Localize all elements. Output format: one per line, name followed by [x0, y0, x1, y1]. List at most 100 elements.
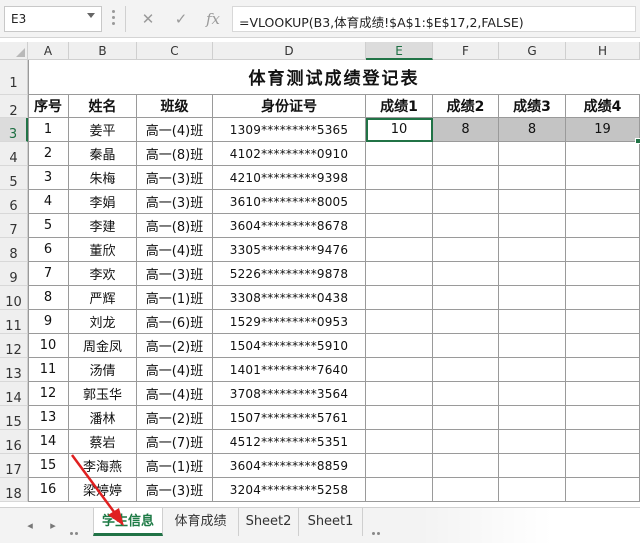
cell-g14[interactable] — [499, 382, 566, 406]
cell-d11[interactable]: 1529*********0953 — [213, 310, 366, 334]
cell-g17[interactable] — [499, 454, 566, 478]
cell-h10[interactable] — [566, 286, 640, 310]
cell-c17[interactable]: 高一(1)班 — [137, 454, 213, 478]
tab-sheet1[interactable]: Sheet1 — [299, 508, 363, 536]
cell-a6[interactable]: 4 — [28, 190, 69, 214]
cell-e15[interactable] — [366, 406, 433, 430]
tab-student-info[interactable]: 学生信息 — [93, 508, 163, 536]
cell-c18[interactable]: 高一(3)班 — [137, 478, 213, 502]
cell-d3[interactable]: 1309*********5365 — [213, 118, 366, 142]
cell-a18[interactable]: 16 — [28, 478, 69, 502]
cell-e18[interactable] — [366, 478, 433, 502]
cell-b14[interactable]: 郭玉华 — [69, 382, 137, 406]
cell-f16[interactable] — [433, 430, 499, 454]
cell-c3[interactable]: 高一(4)班 — [137, 118, 213, 142]
cell-c9[interactable]: 高一(3)班 — [137, 262, 213, 286]
cell-c14[interactable]: 高一(4)班 — [137, 382, 213, 406]
column-header-d[interactable]: D — [213, 42, 366, 60]
tab-sheet2[interactable]: Sheet2 — [239, 508, 299, 536]
cell-a16[interactable]: 14 — [28, 430, 69, 454]
cell-a13[interactable]: 11 — [28, 358, 69, 382]
row-header[interactable]: 13 — [0, 358, 28, 382]
column-header-f[interactable]: F — [433, 42, 499, 60]
cell-h7[interactable] — [566, 214, 640, 238]
cell-e11[interactable] — [366, 310, 433, 334]
cell-f14[interactable] — [433, 382, 499, 406]
cell-g12[interactable] — [499, 334, 566, 358]
cell-f12[interactable] — [433, 334, 499, 358]
cell-h4[interactable] — [566, 142, 640, 166]
cell-d17[interactable]: 3604*********8859 — [213, 454, 366, 478]
cell-b18[interactable]: 梁婷婷 — [69, 478, 137, 502]
cell-a4[interactable]: 2 — [28, 142, 69, 166]
cell-g6[interactable] — [499, 190, 566, 214]
cell-b9[interactable]: 李欢 — [69, 262, 137, 286]
cell-f10[interactable] — [433, 286, 499, 310]
tab-menu-icon[interactable] — [372, 520, 386, 535]
cell-d9[interactable]: 5226*********9878 — [213, 262, 366, 286]
cell-f8[interactable] — [433, 238, 499, 262]
drag-handle-icon[interactable] — [112, 10, 116, 28]
cell-h5[interactable] — [566, 166, 640, 190]
cancel-icon[interactable]: ✕ — [137, 8, 159, 30]
cell-d18[interactable]: 3204*********5258 — [213, 478, 366, 502]
row-header[interactable]: 17 — [0, 454, 28, 478]
cell-h6[interactable] — [566, 190, 640, 214]
cell-f13[interactable] — [433, 358, 499, 382]
tab-pe-scores[interactable]: 体育成绩 — [163, 508, 239, 536]
cell-d16[interactable]: 4512*********5351 — [213, 430, 366, 454]
cell-e10[interactable] — [366, 286, 433, 310]
cell-a15[interactable]: 13 — [28, 406, 69, 430]
row-header[interactable]: 7 — [0, 214, 28, 238]
select-all-button[interactable] — [0, 42, 28, 60]
chevron-down-icon[interactable] — [87, 13, 95, 18]
cell-e12[interactable] — [366, 334, 433, 358]
cell-d10[interactable]: 3308*********0438 — [213, 286, 366, 310]
row-header[interactable]: 12 — [0, 334, 28, 358]
row-header[interactable]: 3 — [0, 118, 28, 142]
cell-g11[interactable] — [499, 310, 566, 334]
cell-g16[interactable] — [499, 430, 566, 454]
cell-b10[interactable]: 严辉 — [69, 286, 137, 310]
row-header[interactable]: 9 — [0, 262, 28, 286]
cell-c8[interactable]: 高一(4)班 — [137, 238, 213, 262]
cell-d15[interactable]: 1507*********5761 — [213, 406, 366, 430]
cell-g4[interactable] — [499, 142, 566, 166]
cell-d6[interactable]: 3610*********8005 — [213, 190, 366, 214]
cell-h15[interactable] — [566, 406, 640, 430]
cell-g5[interactable] — [499, 166, 566, 190]
cell-h17[interactable] — [566, 454, 640, 478]
cell-a10[interactable]: 8 — [28, 286, 69, 310]
cell-f3[interactable]: 8 — [433, 118, 499, 142]
cell-f9[interactable] — [433, 262, 499, 286]
row-header[interactable]: 4 — [0, 142, 28, 166]
name-box[interactable]: E3 — [4, 6, 102, 32]
cell-b3[interactable]: 姜平 — [69, 118, 137, 142]
cell-d12[interactable]: 1504*********5910 — [213, 334, 366, 358]
cell-e6[interactable] — [366, 190, 433, 214]
cell-c16[interactable]: 高一(7)班 — [137, 430, 213, 454]
cell-h14[interactable] — [566, 382, 640, 406]
cell-f5[interactable] — [433, 166, 499, 190]
cell-c11[interactable]: 高一(6)班 — [137, 310, 213, 334]
cell-e8[interactable] — [366, 238, 433, 262]
cell-c5[interactable]: 高一(3)班 — [137, 166, 213, 190]
cell-g8[interactable] — [499, 238, 566, 262]
cell-f11[interactable] — [433, 310, 499, 334]
cell-b6[interactable]: 李娟 — [69, 190, 137, 214]
cell-d8[interactable]: 3305*********9476 — [213, 238, 366, 262]
cell-b13[interactable]: 汤倩 — [69, 358, 137, 382]
column-header-a[interactable]: A — [28, 42, 69, 60]
cell-h16[interactable] — [566, 430, 640, 454]
cell-c12[interactable]: 高一(2)班 — [137, 334, 213, 358]
row-header[interactable]: 10 — [0, 286, 28, 310]
cell-g3[interactable]: 8 — [499, 118, 566, 142]
cell-c7[interactable]: 高一(8)班 — [137, 214, 213, 238]
cell-h13[interactable] — [566, 358, 640, 382]
cell-f18[interactable] — [433, 478, 499, 502]
row-header[interactable]: 14 — [0, 382, 28, 406]
cell-e5[interactable] — [366, 166, 433, 190]
row-header[interactable]: 2 — [0, 95, 28, 119]
cell-e14[interactable] — [366, 382, 433, 406]
cell-g13[interactable] — [499, 358, 566, 382]
